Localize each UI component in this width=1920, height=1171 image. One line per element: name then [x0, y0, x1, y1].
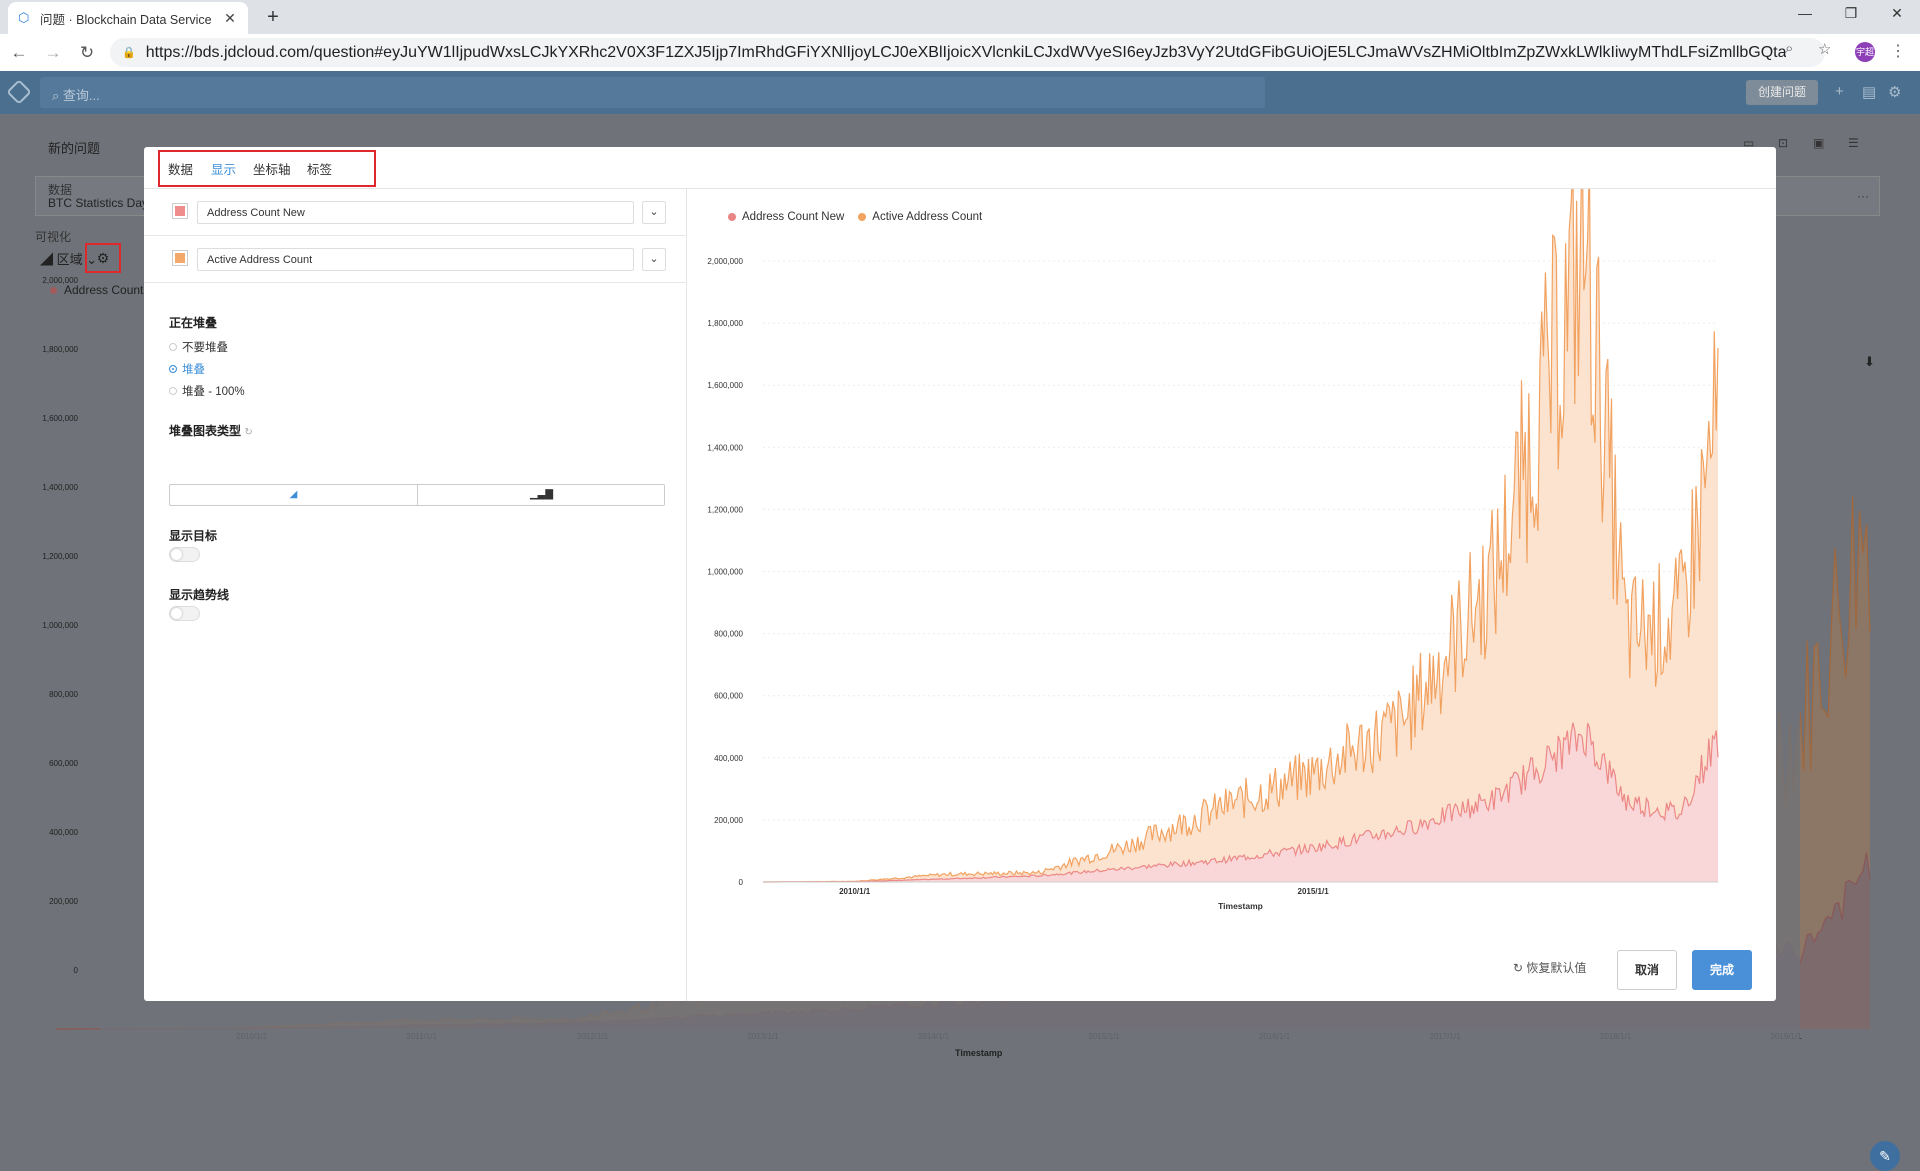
edit-icon[interactable]: ✎ [1870, 1141, 1900, 1171]
bookmark-star-icon[interactable]: ☆ [1818, 40, 1831, 58]
chevron-down-icon[interactable]: ⌄ [642, 201, 666, 224]
chart-legend: Address Count New Active Address Count [728, 211, 982, 223]
close-tab-icon[interactable]: ✕ [222, 10, 238, 27]
reset-icon[interactable]: ↻ [244, 427, 252, 438]
tab-axes[interactable]: 坐标轴 [253, 159, 291, 178]
stack-type-selector: ◢ ▁▃▇ [169, 484, 665, 506]
radio-circle [169, 343, 177, 351]
reset-defaults-button[interactable]: ↻ 恢复默认值 [1513, 959, 1586, 976]
series-row: Address Count New ⌄ [144, 189, 687, 236]
series-name-input[interactable]: Address Count New [197, 201, 634, 224]
back-icon[interactable]: ← [4, 43, 34, 63]
app-header: ⌕ 查询... 创建问题 + ▤ ⚙ [0, 71, 1920, 114]
stack-type-title: 堆叠图表类型 ↻ [169, 422, 253, 439]
legend-item[interactable]: Active Address Count [858, 211, 982, 223]
series-row: Active Address Count ⌄ [144, 236, 687, 283]
show-goal-toggle[interactable] [169, 547, 200, 562]
notebook-icon[interactable]: ▤ [1862, 83, 1876, 101]
legend-dot [858, 213, 867, 221]
show-trend-toggle[interactable] [169, 606, 200, 621]
y-tick-label: 0 [739, 878, 744, 887]
tab-strip: ⬡ 问题 · Blockchain Data Service ✕ + — ❐ ✕ [0, 0, 1920, 34]
color-swatch [175, 253, 185, 263]
chart-settings-modal: 数据 显示 坐标轴 标签 Address Count New ⌄ Active … [144, 147, 1776, 1001]
y-tick-label: 1,600,000 [707, 381, 743, 390]
url-text: https://bds.jdcloud.com/question#eyJuYW1… [145, 43, 1786, 61]
add-icon[interactable]: + [1835, 83, 1844, 100]
radio-stack-100[interactable]: 堆叠 - 100% [169, 383, 245, 399]
series-color-picker[interactable] [172, 250, 188, 266]
x-tick-label: 2010/1/1 [839, 887, 871, 896]
legend-item[interactable]: Address Count New [728, 211, 844, 223]
done-button[interactable]: 完成 [1692, 950, 1752, 990]
site-favicon-icon: ⬡ [18, 10, 30, 25]
radio-label: 堆叠 - 100% [182, 386, 245, 398]
x-tick-label: 2015/1/1 [1298, 887, 1330, 896]
chevron-down-icon[interactable]: ⌄ [642, 248, 666, 271]
y-tick-label: 1,400,000 [707, 443, 743, 452]
tab-title: 问题 · Blockchain Data Service [40, 12, 212, 27]
tab-data[interactable]: 数据 [168, 159, 193, 178]
search-placeholder: 查询... [62, 88, 100, 103]
settings-panel: Address Count New ⌄ Active Address Count… [144, 189, 687, 1001]
create-question-button[interactable]: 创建问题 [1746, 80, 1818, 105]
nav-bar: ← → ↻ 🔒 https://bds.jdcloud.com/question… [0, 34, 1920, 71]
bar-chart-icon[interactable]: ▁▃▇ [418, 485, 665, 505]
radio-label: 不要堆叠 [182, 342, 228, 354]
y-tick-label: 1,000,000 [707, 568, 743, 577]
browser-chrome: ⬡ 问题 · Blockchain Data Service ✕ + — ❐ ✕… [0, 0, 1920, 71]
show-trend-title: 显示趋势线 [169, 588, 230, 602]
y-tick-label: 1,800,000 [707, 319, 743, 328]
y-tick-label: 1,200,000 [707, 505, 743, 514]
cancel-button[interactable]: 取消 [1617, 950, 1677, 990]
search-input[interactable]: ⌕ 查询... [40, 77, 1265, 108]
radio-circle [169, 365, 177, 373]
chart-preview: 2,000,000 1,800,000 1,600,000 1,400,000 1,20… [688, 189, 1776, 1001]
new-tab-icon[interactable]: + [262, 6, 284, 29]
tab-display[interactable]: 显示 [211, 159, 236, 178]
toggle-knob [171, 549, 182, 560]
tab-labels[interactable]: 标签 [307, 159, 332, 178]
y-tick-label: 800,000 [714, 630, 743, 639]
stack-type-label: 堆叠图表类型 [169, 424, 242, 438]
profile-avatar[interactable]: 宇超 [1855, 42, 1875, 62]
close-window-icon[interactable]: ✕ [1882, 5, 1912, 22]
stacking-title: 正在堆叠 [169, 316, 218, 330]
series-color-picker[interactable] [172, 203, 188, 219]
y-tick-label: 400,000 [714, 754, 743, 763]
radio-stack[interactable]: 堆叠 [169, 361, 205, 377]
legend-label: Address Count New [742, 211, 845, 223]
browser-menu-icon[interactable]: ⋮ [1890, 41, 1906, 61]
legend-dot [728, 213, 736, 221]
color-swatch [175, 206, 185, 216]
restore-icon[interactable]: ❐ [1836, 5, 1866, 22]
show-goal-title: 显示目标 [169, 529, 218, 543]
legend-label: Active Address Count [872, 211, 983, 223]
radio-circle [169, 387, 177, 395]
settings-icon[interactable]: ⚙ [1888, 83, 1901, 101]
y-tick-label: 600,000 [714, 692, 743, 701]
lock-icon: 🔒 [122, 47, 136, 59]
preview-chart: 2,000,000 1,800,000 1,600,000 1,400,000 1,20… [707, 189, 1719, 911]
zoom-icon[interactable]: ⌕ [1785, 40, 1793, 57]
reload-icon[interactable]: ↻ [72, 43, 102, 63]
reset-label: 恢复默认值 [1526, 961, 1587, 975]
settings-tabs: 数据 显示 坐标轴 标签 [144, 147, 1776, 189]
app-logo-icon[interactable] [6, 79, 32, 105]
radio-no-stack[interactable]: 不要堆叠 [169, 339, 228, 355]
y-tick-label: 2,000,000 [707, 257, 743, 266]
y-tick-label: 200,000 [714, 816, 743, 825]
browser-tab[interactable]: ⬡ 问题 · Blockchain Data Service ✕ [8, 2, 248, 34]
address-bar[interactable]: 🔒 https://bds.jdcloud.com/question#eyJuY… [110, 38, 1825, 67]
radio-label: 堆叠 [182, 364, 205, 376]
series-name-input[interactable]: Active Address Count [197, 248, 634, 271]
minimize-icon[interactable]: — [1790, 5, 1820, 21]
toggle-knob [171, 608, 182, 619]
x-axis-label: Timestamp [1218, 901, 1263, 911]
area-chart-icon[interactable]: ◢ [170, 485, 417, 505]
forward-icon[interactable]: → [38, 43, 68, 63]
